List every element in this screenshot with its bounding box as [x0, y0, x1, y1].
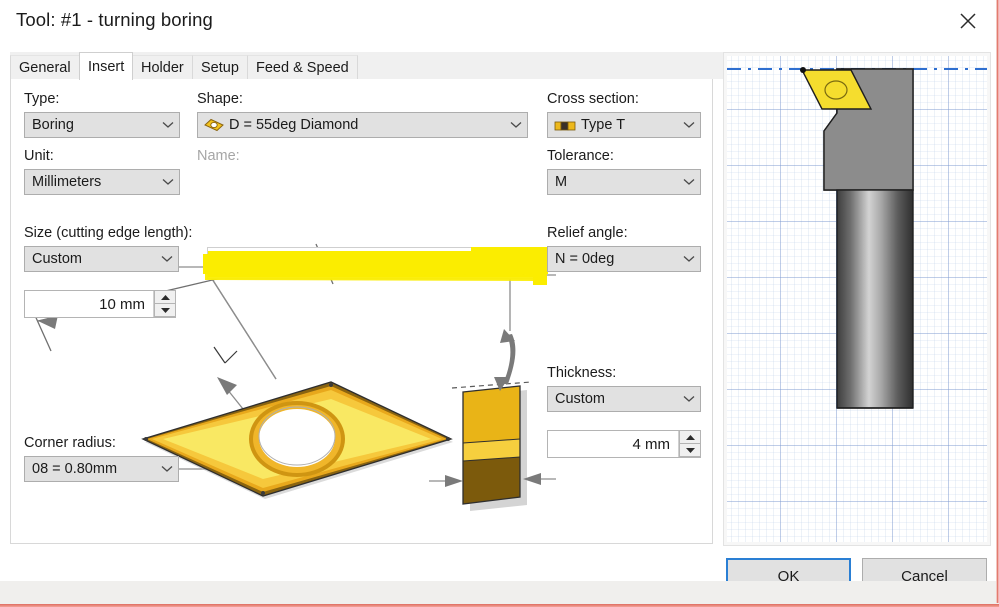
chevron-down-icon [678, 255, 700, 263]
cross-section-t-icon [554, 118, 576, 132]
thickness-value: Custom [555, 391, 605, 407]
size-value: Custom [32, 251, 82, 267]
cross-section-value: Type T [581, 117, 626, 133]
corner-radius-dropdown[interactable]: 08 = 0.80mm [24, 456, 179, 482]
size-stepper-buttons[interactable] [153, 290, 176, 317]
stepper-up-icon[interactable] [679, 430, 701, 444]
insert-side-view [462, 385, 527, 511]
cross-section-label: Cross section: [547, 91, 639, 107]
tolerance-label: Tolerance: [547, 148, 614, 164]
stepper-down-icon[interactable] [679, 443, 701, 457]
type-label: Type: [24, 91, 60, 107]
tab-label: Holder [141, 59, 184, 76]
chevron-down-icon [678, 121, 700, 129]
tool-dialog: Tool: #1 - turning boring General Insert… [0, 0, 999, 607]
size-amount-value: 10 mm [99, 295, 145, 313]
diamond-insert-icon [204, 118, 224, 132]
chevron-down-icon [678, 395, 700, 403]
insert-top-view [141, 381, 453, 499]
chevron-down-icon [156, 255, 178, 263]
cross-section-dropdown[interactable]: Type T [547, 112, 701, 138]
shape-value: D = 55deg Diamond [229, 117, 359, 133]
shape-label: Shape: [197, 91, 243, 107]
chevron-down-icon [156, 465, 178, 473]
title-bar: Tool: #1 - turning boring [0, 0, 999, 44]
thickness-dropdown[interactable]: Custom [547, 386, 701, 412]
stepper-up-icon[interactable] [154, 290, 176, 304]
tool-preview[interactable] [723, 52, 991, 546]
thickness-amount-stepper[interactable]: 4 mm [547, 430, 701, 458]
tolerance-value: M [555, 174, 568, 190]
tab-label: Insert [88, 58, 125, 75]
thickness-label: Thickness: [547, 365, 617, 381]
tab-label: Feed & Speed [256, 59, 349, 76]
redaction-marker [203, 247, 548, 285]
insert-tab-panel: Type: Boring Unit: Millimeters Shape: D … [10, 79, 713, 544]
relief-angle-value: N = 0deg [555, 251, 615, 267]
page-title: Tool: #1 - turning boring [16, 9, 213, 30]
tab-insert[interactable]: Insert [79, 52, 134, 80]
tab-feed-speed[interactable]: Feed & Speed [247, 55, 358, 79]
tab-label: Setup [201, 59, 239, 76]
stepper-down-icon[interactable] [154, 303, 176, 317]
chevron-down-icon [157, 178, 179, 186]
tool-preview-graphic [727, 56, 987, 542]
window-bottom-padding [0, 581, 999, 603]
corner-radius-value: 08 = 0.80mm [32, 461, 118, 477]
chevron-down-icon [678, 178, 700, 186]
size-dropdown[interactable]: Custom [24, 246, 179, 272]
relief-angle-dropdown[interactable]: N = 0deg [547, 246, 701, 272]
unit-label: Unit: [24, 148, 54, 164]
tab-setup[interactable]: Setup [192, 55, 248, 79]
tab-general[interactable]: General [10, 55, 80, 79]
chevron-down-icon [157, 121, 179, 129]
unit-value: Millimeters [32, 174, 102, 190]
type-value: Boring [32, 117, 74, 133]
shape-dropdown[interactable]: D = 55deg Diamond [197, 112, 528, 138]
thickness-stepper-buttons[interactable] [678, 430, 701, 457]
unit-dropdown[interactable]: Millimeters [24, 169, 180, 195]
thickness-amount-value: 4 mm [632, 435, 671, 453]
name-label: Name: [197, 148, 240, 164]
relief-angle-label: Relief angle: [547, 225, 628, 241]
size-amount-stepper[interactable]: 10 mm [24, 290, 176, 318]
close-icon[interactable] [945, 2, 991, 40]
size-label: Size (cutting edge length): [24, 225, 193, 241]
tab-label: General [19, 59, 71, 76]
tolerance-dropdown[interactable]: M [547, 169, 701, 195]
type-dropdown[interactable]: Boring [24, 112, 180, 138]
window-bottom-border [0, 603, 999, 607]
corner-radius-label: Corner radius: [24, 435, 116, 451]
tab-holder[interactable]: Holder [132, 55, 193, 79]
chevron-down-icon [505, 121, 527, 129]
